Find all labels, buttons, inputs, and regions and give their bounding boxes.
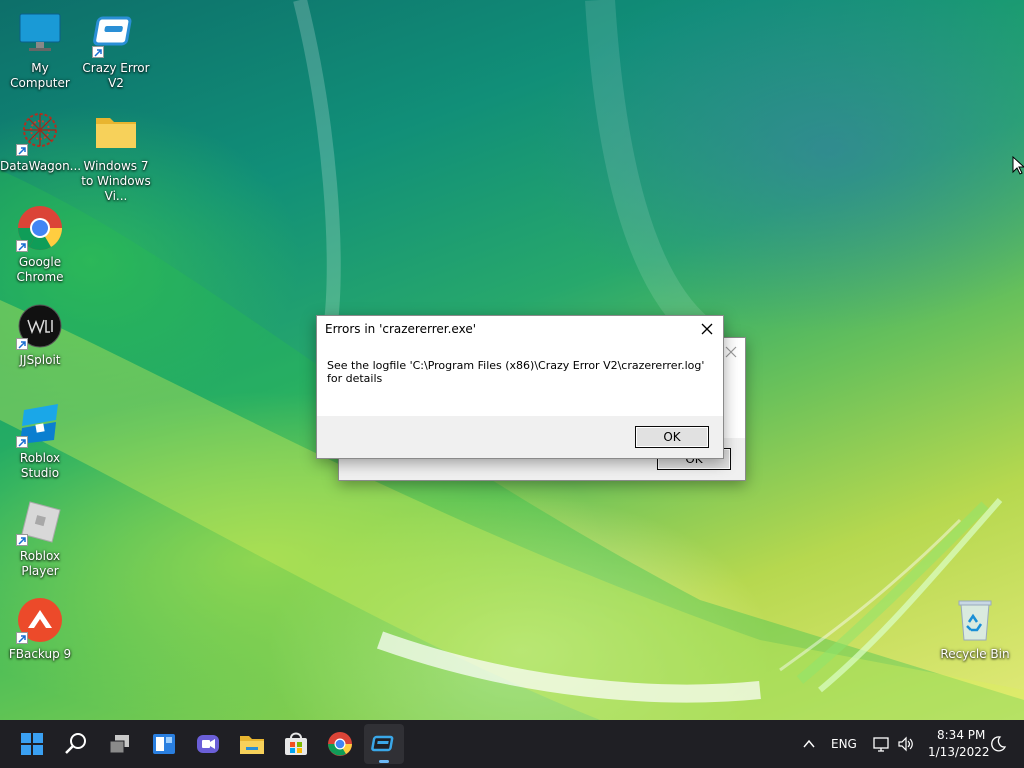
desktop-icon-google-chrome[interactable]: Google Chrome bbox=[0, 204, 80, 285]
shortcut-arrow-icon bbox=[16, 240, 28, 252]
desktop-icon-label: DataWagon... bbox=[0, 159, 82, 173]
search-icon[interactable] bbox=[60, 728, 92, 760]
desktop-icon-crazy-error[interactable]: Crazy Error V2 bbox=[76, 10, 156, 91]
active-indicator bbox=[379, 760, 389, 763]
clock-time[interactable]: 8:34 PM bbox=[937, 728, 985, 742]
dialog-message: See the logfile 'C:\Program Files (x86)\… bbox=[317, 344, 723, 417]
chevron-up-icon[interactable] bbox=[802, 737, 816, 751]
clock-date[interactable]: 1/13/2022 bbox=[928, 745, 990, 759]
store-icon[interactable] bbox=[280, 728, 312, 760]
shortcut-arrow-icon bbox=[16, 338, 28, 350]
crazy-error-icon bbox=[92, 10, 140, 58]
desktop-icon-label: Roblox Player bbox=[19, 549, 61, 578]
desktop-icon-roblox-player[interactable]: Roblox Player bbox=[0, 498, 80, 579]
focus-assist-icon[interactable] bbox=[989, 735, 1007, 753]
desktop-icon-label: Roblox Studio bbox=[19, 451, 61, 480]
desktop-icon-label: Recycle Bin bbox=[940, 647, 1010, 661]
close-icon[interactable] bbox=[697, 319, 717, 339]
shortcut-arrow-icon bbox=[16, 144, 28, 156]
fbackup-icon bbox=[16, 596, 64, 644]
start-icon[interactable] bbox=[16, 728, 48, 760]
shortcut-arrow-icon bbox=[92, 46, 104, 58]
roblox-studio-icon bbox=[16, 400, 64, 448]
desktop-icon-label: Crazy Error V2 bbox=[82, 61, 150, 90]
desktop-icon-label: Google Chrome bbox=[16, 255, 64, 284]
shortcut-arrow-icon bbox=[16, 534, 28, 546]
error-dialog: Errors in 'crazererrer.exe' See the logf… bbox=[316, 315, 724, 459]
widgets-icon[interactable] bbox=[148, 728, 180, 760]
desktop-icon-label: FBackup 9 bbox=[8, 647, 72, 661]
recycle-bin-icon bbox=[951, 596, 999, 644]
file-explorer-icon[interactable] bbox=[236, 728, 268, 760]
folder-icon bbox=[92, 108, 140, 156]
roblox-player-icon bbox=[16, 498, 64, 546]
desktop-icon-roblox-studio[interactable]: Roblox Studio bbox=[0, 400, 80, 481]
mouse-cursor-icon bbox=[1012, 156, 1024, 175]
taskbar-active-app[interactable] bbox=[364, 724, 404, 764]
desktop: My Computer Crazy Error V2 DataWagon... bbox=[0, 0, 1024, 720]
volume-icon[interactable] bbox=[897, 735, 915, 753]
crazy-error-icon bbox=[371, 735, 394, 752]
datawagon-icon bbox=[16, 108, 64, 156]
chat-icon[interactable] bbox=[192, 728, 224, 760]
dialog-footer: OK bbox=[317, 416, 723, 458]
desktop-icon-fbackup[interactable]: FBackup 9 bbox=[0, 596, 80, 662]
desktop-icon-my-computer[interactable]: My Computer bbox=[0, 10, 80, 91]
desktop-icon-label: JJSploit bbox=[19, 353, 61, 367]
dialog-titlebar[interactable]: Errors in 'crazererrer.exe' bbox=[317, 316, 723, 344]
taskbar: ENG 8:34 PM 1/13/2022 bbox=[0, 720, 1024, 768]
task-view-icon[interactable] bbox=[104, 728, 136, 760]
desktop-icon-label: Windows 7 to Windows Vi... bbox=[81, 159, 151, 203]
desktop-icon-recycle-bin[interactable]: Recycle Bin bbox=[935, 596, 1015, 662]
desktop-icon-label: My Computer bbox=[10, 61, 70, 90]
language-indicator[interactable]: ENG bbox=[831, 737, 857, 751]
desktop-icon-datawagon[interactable]: DataWagon... bbox=[0, 108, 82, 174]
desktop-icon-windows7-folder[interactable]: Windows 7 to Windows Vi... bbox=[76, 108, 156, 204]
monitor-icon bbox=[16, 10, 64, 58]
jjsploit-icon bbox=[16, 302, 64, 350]
close-icon[interactable] bbox=[725, 346, 737, 358]
shortcut-arrow-icon bbox=[16, 632, 28, 644]
chrome-icon[interactable] bbox=[324, 728, 356, 760]
shortcut-arrow-icon bbox=[16, 436, 28, 448]
dialog-message-text: See the logfile 'C:\Program Files (x86)\… bbox=[327, 359, 705, 385]
ok-button[interactable]: OK bbox=[635, 426, 709, 448]
desktop-icon-jjsploit[interactable]: JJSploit bbox=[0, 302, 80, 368]
chrome-icon bbox=[16, 204, 64, 252]
dialog-title: Errors in 'crazererrer.exe' bbox=[325, 322, 476, 336]
network-icon[interactable] bbox=[872, 735, 890, 753]
